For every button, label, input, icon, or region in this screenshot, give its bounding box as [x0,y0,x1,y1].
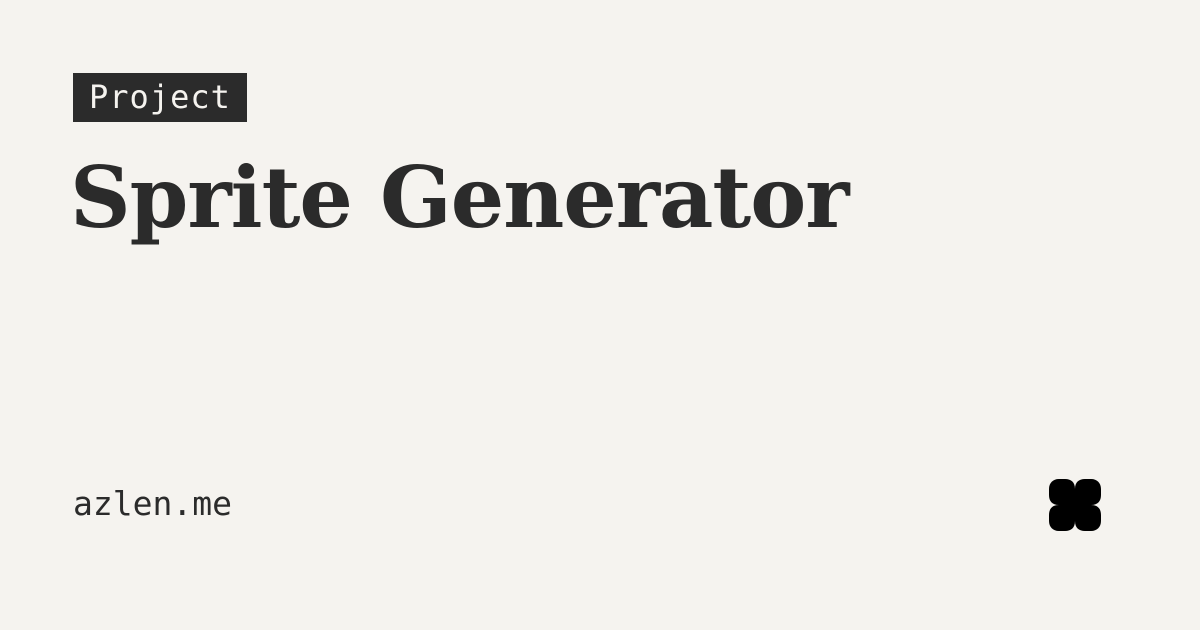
og-card: Project Sprite Generator azlen.me [0,0,1200,630]
page-title: Sprite Generator [70,148,850,247]
clover-logo-icon [1049,479,1101,531]
category-tag: Project [73,73,247,122]
site-domain: azlen.me [73,484,232,523]
